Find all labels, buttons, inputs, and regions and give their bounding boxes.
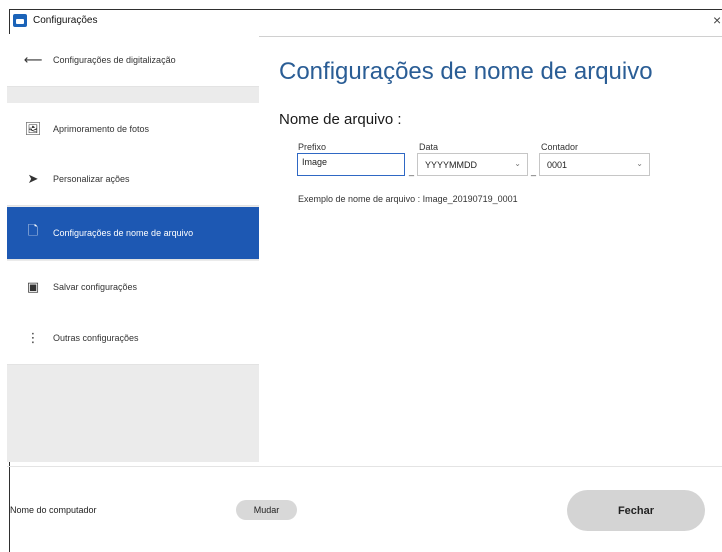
send-action-icon: ➤ bbox=[27, 171, 39, 186]
sidebar: ⟵ Configurações de digitalização 🖼 Aprim… bbox=[7, 34, 259, 462]
filename-section-label: Nome de arquivo : bbox=[279, 111, 402, 128]
chevron-down-icon: ⌄ bbox=[514, 159, 521, 168]
sidebar-item-label: Outras configurações bbox=[53, 333, 139, 343]
prefix-input[interactable]: Image bbox=[297, 153, 405, 176]
sidebar-item-save-settings[interactable]: ▣ Salvar configurações bbox=[7, 261, 259, 314]
sidebar-item-label: Salvar configurações bbox=[53, 282, 138, 292]
sidebar-item-other-settings[interactable]: ⋮ Outras configurações bbox=[7, 312, 259, 365]
footer-divider bbox=[7, 466, 722, 467]
window-title: Configurações bbox=[33, 15, 98, 26]
sidebar-item-label: Configurações de nome de arquivo bbox=[53, 228, 194, 238]
sidebar-item-label: Configurações de digitalização bbox=[53, 55, 176, 65]
app-scanner-icon bbox=[13, 14, 27, 27]
counter-value: 0001 bbox=[547, 160, 568, 170]
date-format-select[interactable]: YYYYMMDD ⌄ bbox=[417, 153, 528, 176]
photo-enhance-icon: 🖼 bbox=[24, 121, 42, 136]
counter-select[interactable]: 0001 ⌄ bbox=[539, 153, 650, 176]
title-bar: Configurações × bbox=[10, 10, 722, 37]
date-label: Data bbox=[419, 142, 439, 152]
filename-example: Exemplo de nome de arquivo : Image_20190… bbox=[298, 194, 518, 204]
page-title: Configurações de nome de arquivo bbox=[279, 58, 653, 85]
document-icon: 🗋 bbox=[27, 223, 39, 238]
counter-label: Contador bbox=[541, 142, 579, 152]
change-button[interactable]: Mudar bbox=[236, 500, 297, 520]
separator: _ bbox=[409, 166, 415, 176]
separator: _ bbox=[531, 166, 537, 176]
close-icon[interactable]: × bbox=[713, 12, 721, 28]
scan-arrow-icon: ⟵ bbox=[23, 52, 43, 67]
sidebar-item-label: Personalizar ações bbox=[53, 174, 130, 184]
sidebar-item-photo-enhancement[interactable]: 🖼 Aprimoramento de fotos bbox=[7, 103, 259, 156]
save-folder-icon: ▣ bbox=[26, 279, 40, 294]
sidebar-item-customize-actions[interactable]: ➤ Personalizar ações bbox=[7, 153, 259, 206]
computer-name-label: Nome do computador bbox=[10, 505, 97, 515]
date-format-value: YYYYMMDD bbox=[425, 160, 478, 170]
more-vertical-icon: ⋮ bbox=[26, 330, 40, 345]
sidebar-item-scan-settings[interactable]: ⟵ Configurações de digitalização bbox=[7, 34, 259, 87]
chevron-down-icon: ⌄ bbox=[636, 159, 643, 168]
close-button[interactable]: Fechar bbox=[567, 490, 705, 531]
sidebar-item-label: Aprimoramento de fotos bbox=[53, 124, 150, 134]
sidebar-item-filename-settings[interactable]: 🗋 Configurações de nome de arquivo bbox=[7, 207, 259, 260]
prefix-label: Prefixo bbox=[298, 142, 327, 152]
